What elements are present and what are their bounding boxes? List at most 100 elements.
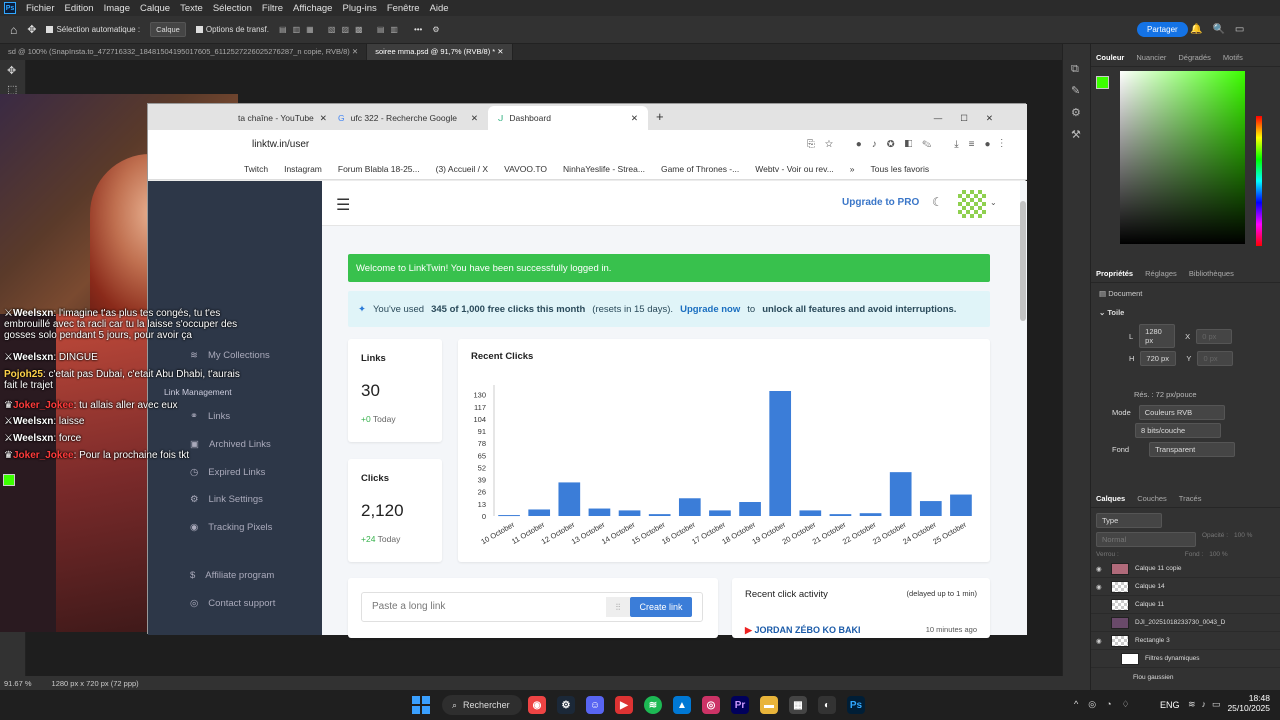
menu-aide[interactable]: Aide xyxy=(430,3,449,14)
layer-row[interactable]: ◉ Calque 11 copie xyxy=(1091,560,1280,578)
height-input[interactable]: 720 px xyxy=(1140,351,1177,366)
eye-icon[interactable]: ◉ xyxy=(1096,565,1105,573)
menu-fenetre[interactable]: Fenêtre xyxy=(387,3,420,14)
tab-proprietes[interactable]: Propriétés xyxy=(1096,269,1133,278)
sidebar-item-affiliate[interactable]: $ Affiliate program xyxy=(190,570,274,581)
bookmark-twitch[interactable]: Twitch xyxy=(244,164,268,174)
hamburger-menu-icon[interactable]: ☰ xyxy=(336,195,350,215)
app-grid-icon[interactable]: ▦ xyxy=(789,696,807,714)
menu-edition[interactable]: Edition xyxy=(65,3,94,14)
bookmark-instagram[interactable]: Instagram xyxy=(284,164,322,174)
select-target-dropdown[interactable]: Calque xyxy=(150,22,186,37)
obs-icon[interactable]: ◐ xyxy=(818,696,836,714)
chart-bar[interactable] xyxy=(528,509,551,516)
bookmark-webtv[interactable]: Webtv - Voir ou rev... xyxy=(755,164,834,174)
dock-icons[interactable]: ⧉ ✎ ⚙ ⚒ xyxy=(1063,44,1090,160)
doc-tab-snapinsta[interactable]: sd @ 100% (SnapInsta.to_472716332_184815… xyxy=(0,44,368,60)
layer-row[interactable]: Filtres dynamiques xyxy=(1091,650,1280,668)
chart-bar[interactable] xyxy=(919,501,942,516)
move-tool-icon[interactable]: ✥ xyxy=(0,60,25,81)
bookmark-ninha[interactable]: NinhaYeslife - Strea... xyxy=(563,164,645,174)
bookmarks-more-icon[interactable]: » xyxy=(850,164,855,174)
steam-icon[interactable]: ⚙ xyxy=(557,696,575,714)
chart-bar[interactable] xyxy=(648,514,671,516)
chart-bar[interactable] xyxy=(739,502,761,516)
color-picker-field[interactable] xyxy=(1120,71,1245,244)
network-volume-battery-icons[interactable]: ≋♪▭ xyxy=(1188,699,1227,710)
tab-motifs[interactable]: Motifs xyxy=(1223,53,1243,62)
menu-fichier[interactable]: Fichier xyxy=(26,3,55,14)
width-input[interactable]: 1280 px xyxy=(1139,324,1176,348)
page-scrollbar[interactable] xyxy=(1020,201,1026,321)
move-tool-icon[interactable]: ✥ xyxy=(27,23,36,36)
hue-slider[interactable] xyxy=(1256,116,1262,246)
eye-icon[interactable]: ◉ xyxy=(1096,637,1105,645)
y-input[interactable]: 0 px xyxy=(1197,351,1234,366)
options-sliders-icon[interactable]: ⫶⫶ xyxy=(606,597,630,617)
chart-bar[interactable] xyxy=(799,510,822,516)
doc-tab-soiree[interactable]: soiree mma.psd @ 91,7% (RVB/8) * ✕ xyxy=(367,44,513,60)
tab-traces[interactable]: Tracés xyxy=(1179,494,1202,503)
bits-select[interactable]: 8 bits/couche xyxy=(1135,423,1221,438)
photoshop-logo-icon[interactable]: Ps xyxy=(4,2,16,14)
instagram-icon[interactable]: ◎ xyxy=(702,696,720,714)
menu-image[interactable]: Image xyxy=(104,3,130,14)
bg-select[interactable]: Transparent xyxy=(1149,442,1236,457)
chart-bar[interactable] xyxy=(709,510,731,516)
menu-calque[interactable]: Calque xyxy=(140,3,170,14)
spotify-icon[interactable]: ≋ xyxy=(644,696,662,714)
sidebar-item-settings[interactable]: ⚙ Link Settings xyxy=(190,494,263,505)
chart-bar[interactable] xyxy=(588,508,611,516)
tab-youtube[interactable]: ta chaîne - YouTube ✕ xyxy=(148,106,328,130)
tab-degrades[interactable]: Dégradés xyxy=(1178,53,1211,62)
fill-value[interactable]: 100 % xyxy=(1209,551,1227,558)
zoom-level[interactable]: 91.67 % xyxy=(4,679,32,688)
premiere-icon[interactable]: Pr xyxy=(731,696,749,714)
new-tab-icon[interactable]: + xyxy=(648,109,664,130)
chart-bar[interactable] xyxy=(618,510,641,516)
chevron-down-icon[interactable]: ⌄ xyxy=(990,198,997,207)
transform-checkbox[interactable]: Options de transf. xyxy=(195,25,269,34)
upgrade-now-link[interactable]: Upgrade now xyxy=(680,304,740,315)
window-controls-icons[interactable]: 🔔🔍▭ xyxy=(1190,24,1254,35)
panel-foreground-swatch[interactable] xyxy=(1096,76,1109,89)
photos-icon[interactable]: ▲ xyxy=(673,696,691,714)
tab-couches[interactable]: Couches xyxy=(1137,494,1167,503)
paste-link-input[interactable]: Paste a long link ⫶⫶ Create link xyxy=(361,592,703,622)
bookmark-vavoo[interactable]: VAVOO.TO xyxy=(504,164,547,174)
clock[interactable]: 18:48 25/10/2025 xyxy=(1226,693,1270,713)
chart-bar[interactable] xyxy=(498,515,520,517)
more-icon[interactable]: ••• xyxy=(414,25,422,34)
activity-item[interactable]: JORDAN ZÉBO KO BAKI xyxy=(754,625,860,635)
create-link-button[interactable]: Create link xyxy=(630,597,692,617)
menu-texte[interactable]: Texte xyxy=(180,3,203,14)
bookmark-got[interactable]: Game of Thrones -... xyxy=(661,164,739,174)
x-input[interactable]: 0 px xyxy=(1196,328,1233,344)
windows-start-icon[interactable] xyxy=(412,696,430,714)
layer-filter-select[interactable]: Type xyxy=(1096,513,1162,528)
taskbar-search[interactable]: ⌕ Rechercher xyxy=(442,695,522,715)
chart-bar[interactable] xyxy=(950,494,972,516)
foreground-color-swatch[interactable] xyxy=(3,474,15,486)
menu-filtre[interactable]: Filtre xyxy=(262,3,283,14)
tab-bibliotheques[interactable]: Bibliothèques xyxy=(1189,269,1234,278)
tab-nuancier[interactable]: Nuancier xyxy=(1136,53,1166,62)
sidebar-item-support[interactable]: ◎ Contact support xyxy=(190,598,275,609)
close-icon[interactable]: ✕ xyxy=(471,113,478,124)
close-icon[interactable]: ✕ xyxy=(631,113,638,124)
sidebar-item-expired[interactable]: ◷ Expired Links xyxy=(190,467,265,478)
chart-bar[interactable] xyxy=(769,391,792,516)
chart-bar[interactable] xyxy=(678,498,701,516)
bookmark-x[interactable]: (3) Accueil / X xyxy=(436,164,488,174)
sidebar-item-pixels[interactable]: ◉ Tracking Pixels xyxy=(190,522,272,533)
chart-bar[interactable] xyxy=(558,482,581,516)
share-button[interactable]: Partager xyxy=(1137,22,1188,37)
discord-icon[interactable]: ☺ xyxy=(586,696,604,714)
layer-row[interactable]: ◉ Calque 14 xyxy=(1091,578,1280,596)
layer-row[interactable]: Flou gaussien xyxy=(1091,668,1280,686)
close-icon[interactable]: ✕ xyxy=(320,113,327,124)
layer-row[interactable]: DJI_20251018233730_0043_D xyxy=(1091,614,1280,632)
app-red-icon[interactable]: ▶ xyxy=(615,696,633,714)
address-bar[interactable]: linktw.in/user ⎘☆ ●♪✪◧✎ ⤓≡●⋮ xyxy=(148,130,1027,158)
menu-plugins[interactable]: Plug-ins xyxy=(342,3,376,14)
